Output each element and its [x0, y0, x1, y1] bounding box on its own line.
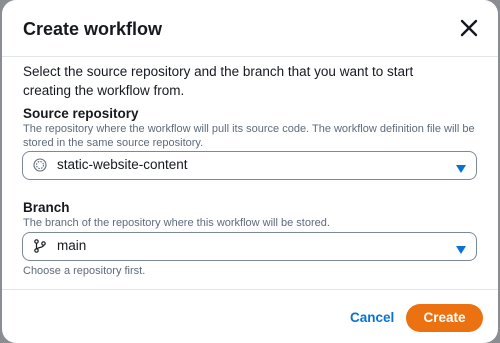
branch-constraint-text: Choose a repository first.: [23, 265, 146, 277]
chevron-down-icon: [455, 242, 467, 254]
create-workflow-dialog: Create workflow Select the source reposi…: [2, 0, 498, 343]
branch-label: Branch: [23, 200, 70, 215]
source-repository-value: static-website-content: [57, 157, 188, 172]
dialog-title: Create workflow: [23, 19, 163, 39]
cancel-button[interactable]: Cancel: [350, 310, 394, 325]
branch-hint: The branch of the repository where this …: [23, 217, 330, 229]
dialog-footer: Cancel Create: [2, 289, 498, 343]
create-button[interactable]: Create: [406, 304, 483, 332]
dialog-description: Select the source repository and the bra…: [23, 64, 414, 98]
close-icon: [460, 19, 478, 37]
repository-icon: [33, 158, 47, 172]
branch-value: main: [57, 238, 87, 253]
git-branch-icon: [33, 239, 47, 253]
source-repository-select[interactable]: static-website-content: [22, 151, 477, 180]
close-button[interactable]: [457, 16, 481, 40]
chevron-down-icon: [455, 161, 467, 173]
source-repository-hint: The repository where the workflow will p…: [23, 123, 475, 149]
dialog-header: Create workflow: [2, 0, 498, 57]
branch-select[interactable]: main: [22, 232, 477, 261]
source-repository-label: Source repository: [23, 106, 139, 121]
